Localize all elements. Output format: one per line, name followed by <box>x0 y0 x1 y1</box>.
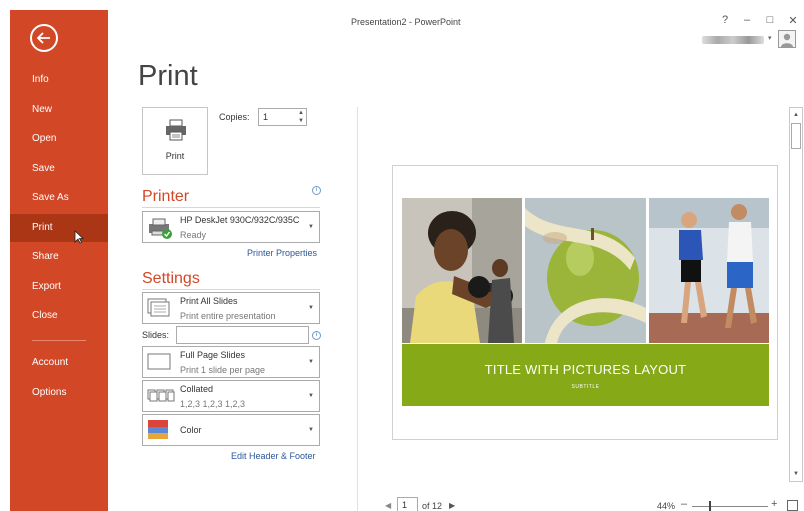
zoom-level[interactable]: 44% <box>657 501 675 511</box>
print-range-dropdown[interactable]: Print All Slides Print entire presentati… <box>142 292 320 324</box>
nav-print[interactable]: Print <box>10 214 108 242</box>
slide-picture-apple <box>525 198 646 343</box>
backstage-sidebar: Info New Open Save Save As Print Share E… <box>10 10 108 511</box>
zoom-slider-thumb[interactable] <box>709 501 711 511</box>
settings-heading: Settings <box>142 270 200 287</box>
nav-share[interactable]: Share <box>10 243 108 271</box>
user-menu-chevron-icon[interactable]: ▾ <box>768 34 772 42</box>
printer-rule <box>142 207 320 208</box>
nav-export[interactable]: Export <box>10 273 108 301</box>
avatar[interactable] <box>778 30 796 48</box>
mouse-cursor-icon <box>74 230 84 244</box>
print-range-chevron-icon: ▼ <box>308 305 314 311</box>
printer-dropdown[interactable]: HP DeskJet 930C/932C/935C Ready ▼ <box>142 211 320 243</box>
nav-save[interactable]: Save <box>10 155 108 183</box>
nav-close[interactable]: Close <box>10 302 108 330</box>
full-page-slide-icon <box>147 353 171 370</box>
printer-name: HP DeskJet 930C/932C/935C <box>180 215 300 225</box>
slides-stack-icon <box>147 298 170 317</box>
printer-icon <box>166 119 186 141</box>
collation-chevron-icon: ▼ <box>308 393 314 399</box>
window-title: Presentation2 - PowerPoint <box>351 17 461 27</box>
color-value: Color <box>180 425 202 435</box>
printer-properties-link[interactable]: Printer Properties <box>247 248 317 258</box>
slide-title-band: TITLE WITH PICTURES LAYOUT SUBTITLE <box>402 344 769 406</box>
nav-account[interactable]: Account <box>10 349 108 377</box>
slide-title: TITLE WITH PICTURES LAYOUT <box>484 362 687 377</box>
print-button[interactable]: Print <box>142 107 208 175</box>
preview-scrollbar[interactable]: ▲ ▼ <box>789 107 803 482</box>
layout-dropdown[interactable]: Full Page Slides Print 1 slide per page … <box>142 346 320 378</box>
zoom-slider[interactable] <box>692 506 768 507</box>
layout-value: Full Page Slides <box>180 350 246 360</box>
page-title: Print <box>138 60 198 92</box>
print-preview: TITLE WITH PICTURES LAYOUT SUBTITLE <box>392 165 778 440</box>
collated-icon <box>147 389 175 402</box>
printer-status: Ready <box>180 230 207 240</box>
zoom-out-button[interactable]: – <box>681 498 687 510</box>
nav-new[interactable]: New <box>10 96 108 124</box>
page-number-input[interactable]: 1 <box>397 497 418 511</box>
next-page-icon[interactable]: ▶ <box>449 501 455 510</box>
user-account-name[interactable] <box>702 36 764 44</box>
layout-desc: Print 1 slide per page <box>180 365 266 375</box>
copies-up-icon[interactable]: ▲ <box>295 109 307 117</box>
restore-button[interactable]: □ <box>763 14 777 26</box>
scroll-down-icon[interactable]: ▼ <box>791 468 801 480</box>
settings-rule <box>142 289 320 290</box>
printer-info-icon[interactable]: i <box>312 186 321 195</box>
print-button-label: Print <box>165 151 185 161</box>
nav-options[interactable]: Options <box>10 379 108 407</box>
copies-label: Copies: <box>219 112 250 122</box>
slide-subtitle: SUBTITLE <box>571 384 600 390</box>
layout-chevron-icon: ▼ <box>308 359 314 365</box>
previous-page-icon[interactable]: ◀ <box>385 501 391 510</box>
printer-heading: Printer <box>142 188 190 205</box>
collation-value: Collated <box>180 384 214 394</box>
minimize-button[interactable]: – <box>740 14 754 26</box>
printer-status-icon <box>149 218 172 239</box>
nav-info[interactable]: Info <box>10 66 108 94</box>
slides-input[interactable] <box>176 326 309 344</box>
zoom-to-page-icon[interactable] <box>787 500 798 511</box>
copies-down-icon[interactable]: ▼ <box>295 117 307 125</box>
print-range-desc: Print entire presentation <box>180 311 276 321</box>
slide-preview: TITLE WITH PICTURES LAYOUT SUBTITLE <box>402 198 769 406</box>
copies-stepper[interactable]: ▲ ▼ <box>295 108 307 126</box>
nav-divider <box>32 340 86 341</box>
edit-header-footer-link[interactable]: Edit Header & Footer <box>231 451 316 461</box>
collation-desc: 1,2,3 1,2,3 1,2,3 <box>180 399 246 409</box>
color-chevron-icon: ▼ <box>308 427 314 433</box>
back-arrow-icon[interactable] <box>30 24 58 52</box>
scroll-thumb[interactable] <box>791 123 801 149</box>
slide-picture-dumbbell <box>402 198 522 343</box>
page-count: of 12 <box>422 501 443 511</box>
print-range-value: Print All Slides <box>180 296 238 306</box>
printer-dropdown-chevron-icon: ▼ <box>308 224 314 230</box>
nav-save-as[interactable]: Save As <box>10 184 108 212</box>
help-button[interactable]: ? <box>718 14 732 26</box>
slides-info-icon[interactable]: i <box>312 331 321 340</box>
color-swatch-icon <box>148 420 168 439</box>
color-dropdown[interactable]: Color ▼ <box>142 414 320 446</box>
scroll-up-icon[interactable]: ▲ <box>791 109 801 121</box>
nav-open[interactable]: Open <box>10 125 108 153</box>
zoom-in-button[interactable]: + <box>771 498 777 510</box>
slide-picture-runners <box>649 198 769 343</box>
slides-label: Slides: <box>142 330 170 340</box>
panel-divider <box>357 107 358 511</box>
close-button[interactable]: ✕ <box>786 14 800 27</box>
collation-dropdown[interactable]: Collated 1,2,3 1,2,3 1,2,3 ▼ <box>142 380 320 412</box>
